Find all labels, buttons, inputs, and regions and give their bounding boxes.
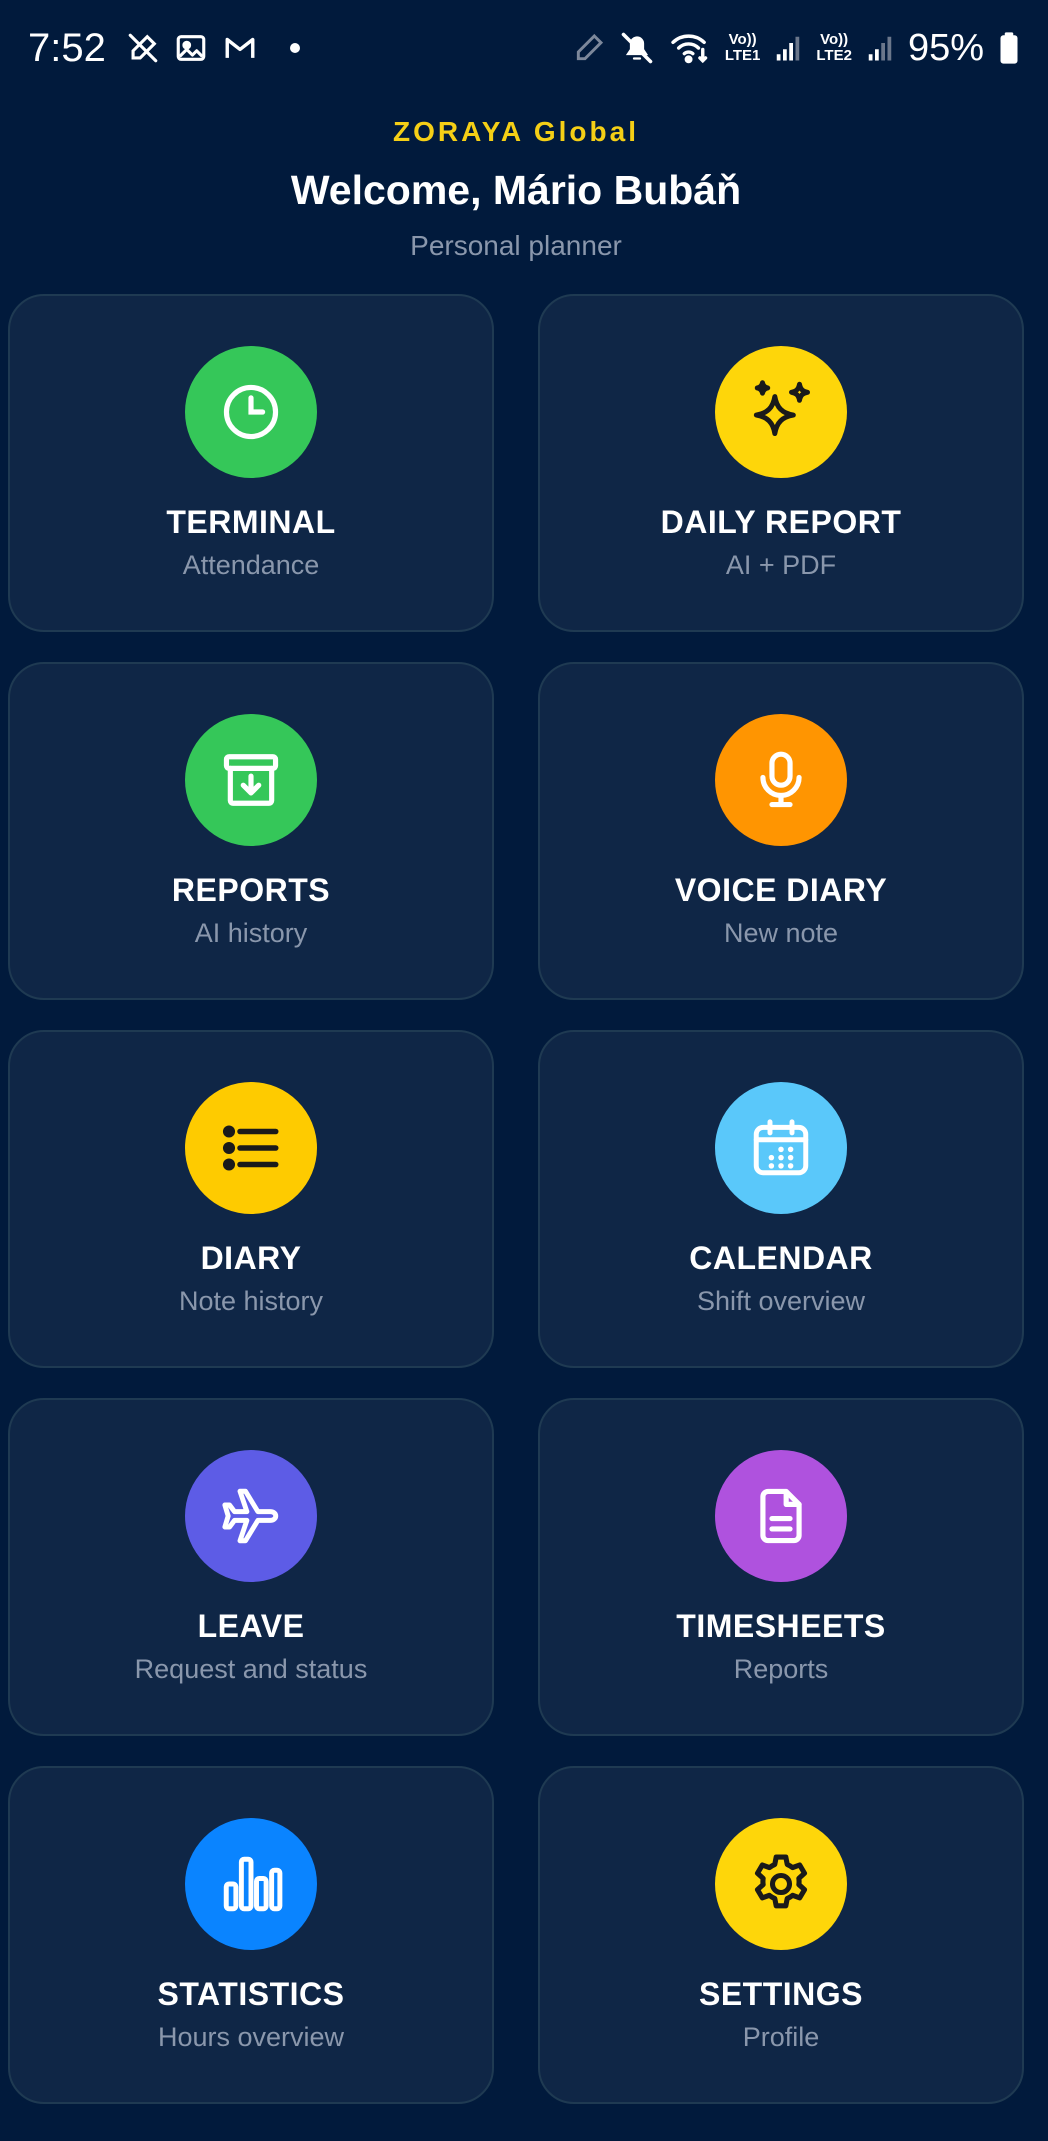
tile-subtitle: AI history: [194, 918, 308, 948]
tile-subtitle: Hours overview: [157, 2022, 345, 2052]
tile-title: LEAVE: [197, 1608, 305, 1644]
tile-icon-circle: [185, 1450, 317, 1582]
tile-title: DIARY: [200, 1240, 302, 1276]
wifi-icon: [669, 31, 711, 65]
calendar-icon: [753, 1119, 809, 1176]
tile-statistics[interactable]: STATISTICS Hours overview: [8, 1766, 494, 2104]
tile-title: TIMESHEETS: [676, 1608, 886, 1644]
tile-terminal[interactable]: TERMINAL Attendance: [8, 294, 494, 632]
tile-title: CALENDAR: [689, 1240, 873, 1276]
header: ZORAYA Global Welcome, Mário Bubáň Perso…: [0, 112, 1032, 264]
tile-icon-circle: [715, 1450, 847, 1582]
tile-title: VOICE DIARY: [674, 872, 888, 908]
tile-icon-circle: [185, 714, 317, 846]
archive-icon: [223, 754, 279, 806]
status-right: Vo)) LTE1 Vo)) LTE2 95%: [573, 27, 1020, 70]
tile-timesheets[interactable]: TIMESHEETS Reports: [538, 1398, 1024, 1736]
tile-title: STATISTICS: [157, 1976, 345, 2012]
battery-percent: 95%: [907, 26, 984, 69]
tile-subtitle: Profile: [742, 2022, 820, 2052]
tile-title: DAILY REPORT: [660, 504, 902, 540]
tile-subtitle: Note history: [178, 1286, 324, 1316]
brand-name: ZORAYA Global: [393, 116, 639, 147]
tile-icon-circle: [185, 1082, 317, 1214]
status-bar: 7:52 Vo)) LTE1 Vo)) LTE2 95%: [0, 0, 1048, 96]
microphone-icon: [760, 751, 802, 808]
tile-icon-circle: [185, 346, 317, 478]
bar-chart-icon: [223, 1856, 283, 1912]
battery-icon: [998, 31, 1020, 65]
tile-leave[interactable]: LEAVE Request and status: [8, 1398, 494, 1736]
tile-reports[interactable]: REPORTS AI history: [8, 662, 494, 1000]
tile-icon-circle: [185, 1818, 317, 1950]
sparkles-icon: [753, 380, 810, 437]
pen-off-icon: [126, 31, 160, 65]
tile-calendar[interactable]: CALENDAR Shift overview: [538, 1030, 1024, 1368]
tile-daily-report[interactable]: DAILY REPORT AI + PDF: [538, 294, 1024, 632]
tile-subtitle: New note: [723, 918, 839, 948]
tile-icon-circle: [715, 714, 847, 846]
tile-icon-circle: [715, 346, 847, 478]
signal-icon: [866, 33, 894, 63]
tile-subtitle: Shift overview: [696, 1286, 866, 1316]
tile-icon-circle: [715, 1818, 847, 1950]
clock-icon: [223, 384, 279, 440]
gear-icon: [754, 1854, 808, 1909]
tile-subtitle: Request and status: [134, 1654, 368, 1684]
gmail-icon: [222, 31, 258, 65]
image-icon: [174, 31, 208, 65]
lte2-label: Vo)) LTE2: [816, 31, 852, 64]
tile-title: SETTINGS: [698, 1976, 863, 2012]
status-left: 7:52: [28, 26, 300, 71]
lte1-label: Vo)) LTE1: [724, 31, 761, 64]
tile-icon-circle: [715, 1082, 847, 1214]
pencil-icon: [573, 32, 605, 64]
tile-subtitle: AI + PDF: [725, 550, 837, 580]
airplane-icon: [222, 1488, 279, 1544]
tile-diary[interactable]: DIARY Note history: [8, 1030, 494, 1368]
signal-icon: [774, 33, 802, 63]
tile-subtitle: Attendance: [182, 550, 320, 580]
tile-title: REPORTS: [171, 872, 331, 908]
status-time: 7:52: [28, 25, 106, 70]
page-subtitle: Personal planner: [410, 230, 622, 261]
tile-settings[interactable]: SETTINGS Profile: [538, 1766, 1024, 2104]
mute-icon: [619, 30, 655, 66]
list-icon: [222, 1125, 279, 1171]
document-icon: [760, 1488, 802, 1544]
menu-grid: TERMINAL Attendance DAILY REPORT AI + PD…: [8, 294, 1024, 2104]
tile-subtitle: Reports: [733, 1654, 829, 1684]
welcome-title: Welcome, Mário Bubáň: [290, 167, 742, 213]
notification-dot-icon: [289, 43, 300, 53]
tile-title: TERMINAL: [166, 504, 336, 540]
tile-voice-diary[interactable]: VOICE DIARY New note: [538, 662, 1024, 1000]
